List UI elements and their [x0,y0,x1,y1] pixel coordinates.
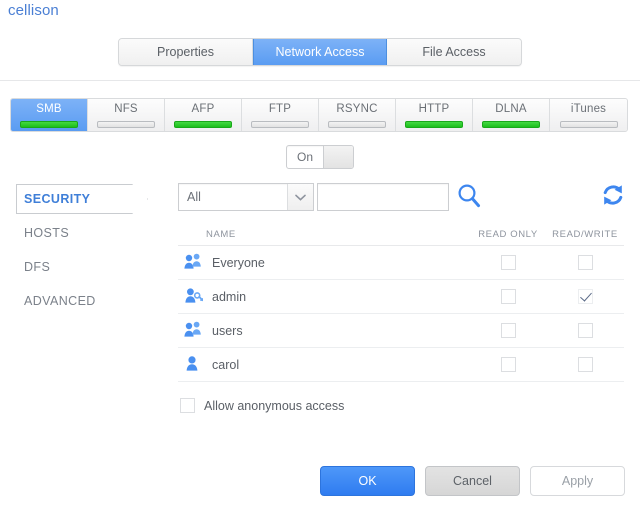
row-name-cell: admin [178,287,470,307]
read-write-cell [546,255,624,270]
protocol-status-bar-ftp [251,121,309,128]
row-name-cell: Everyone [178,253,470,273]
page-title: cellison [8,2,59,19]
read-write-cell [546,357,624,372]
read-only-checkbox[interactable] [500,357,516,372]
row-name-label: carol [212,357,240,372]
row-name-cell: carol [178,355,470,375]
permissions-table: NAME READ ONLY READ/WRITE Everyone admin… [178,224,624,382]
sidebar-item-dfs-label: DFS [24,260,51,274]
group-icon [184,321,203,341]
user-key-icon [184,287,204,307]
table-row[interactable]: admin [178,280,624,314]
apply-button[interactable]: Apply [530,466,625,496]
read-only-cell [470,323,546,338]
sidebar-item-advanced[interactable]: ADVANCED [16,286,168,316]
protocol-tab-nfs[interactable]: NFS [88,99,165,131]
read-only-checkbox[interactable] [500,289,516,304]
protocol-tab-http[interactable]: HTTP [396,99,473,131]
sidebar-item-hosts-label: HOSTS [24,226,70,240]
row-name-label: Everyone [212,255,265,270]
protocol-tab-afp-label: AFP [191,103,215,115]
sidebar-item-security-label: SECURITY [24,192,91,206]
protocol-tab-rsync[interactable]: RSYNC [319,99,396,131]
cancel-button[interactable]: Cancel [425,466,520,496]
protocol-tab-afp[interactable]: AFP [165,99,242,131]
protocol-tab-smb-label: SMB [36,103,62,115]
sidebar-item-dfs[interactable]: DFS [16,252,168,282]
toggle-knob[interactable] [323,146,353,168]
toggle-state-label: On [296,150,313,164]
read-write-checkbox[interactable] [577,357,593,372]
row-name-label: users [212,323,243,338]
protocol-tab-itunes[interactable]: iTunes [550,99,627,131]
protocol-status-bar-nfs [97,121,155,128]
column-header-read-write: READ/WRITE [552,229,618,240]
filter-select-value: All [187,190,201,204]
protocol-tab-group: SMB NFS AFP FTP RSYNC HTTP DLNA iTunes [10,98,628,132]
allow-anonymous-access-row[interactable]: Allow anonymous access [180,398,344,413]
read-write-checkbox[interactable] [577,323,593,338]
protocol-status-bar-dlna [482,121,540,128]
sidebar-item-security[interactable]: SECURITY [16,184,168,214]
protocol-tab-dlna-label: DLNA [495,103,527,115]
protocol-tab-http-label: HTTP [418,103,450,115]
column-header-name: NAME [206,229,236,240]
user-icon [184,355,203,375]
sidebar-item-advanced-label: ADVANCED [24,294,96,308]
column-header-read-only: READ ONLY [478,229,538,240]
ok-button[interactable]: OK [320,466,415,496]
protocol-status-bar-afp [174,121,232,128]
main-tab-group: Properties Network Access File Access [118,38,522,66]
table-row[interactable]: carol [178,348,624,382]
header-divider [0,80,640,81]
tab-properties[interactable]: Properties [119,39,253,65]
protocol-tab-nfs-label: NFS [114,103,138,115]
read-write-cell [546,289,624,304]
chevron-down-icon[interactable] [287,184,313,210]
refresh-icon[interactable] [600,182,626,211]
table-row[interactable]: users [178,314,624,348]
group-icon [184,253,203,273]
read-only-cell [470,289,546,304]
allow-anonymous-access-checkbox[interactable] [180,398,195,413]
search-input[interactable] [318,184,448,210]
table-row[interactable]: Everyone [178,246,624,280]
protocol-tab-ftp-label: FTP [268,103,292,115]
protocol-tab-rsync-label: RSYNC [336,103,378,115]
table-header-row: NAME READ ONLY READ/WRITE [178,224,624,246]
read-only-checkbox[interactable] [500,255,516,270]
tab-file-access[interactable]: File Access [387,39,521,65]
settings-sidebar: SECURITY HOSTS DFS ADVANCED [16,184,168,320]
protocol-tab-ftp[interactable]: FTP [242,99,319,131]
read-only-cell [470,357,546,372]
protocol-status-bar-rsync [328,121,386,128]
protocol-tab-dlna[interactable]: DLNA [473,99,550,131]
protocol-status-bar-http [405,121,463,128]
protocol-tab-itunes-label: iTunes [570,103,607,115]
read-only-checkbox[interactable] [500,323,516,338]
protocol-tab-smb[interactable]: SMB [11,99,88,131]
search-field-wrap[interactable] [317,183,449,211]
protocol-status-bar-itunes [559,121,618,128]
read-write-checkbox[interactable] [577,289,593,304]
read-write-cell [546,323,624,338]
protocol-status-bar-smb [20,121,78,128]
read-write-checkbox[interactable] [577,255,593,270]
allow-anonymous-access-label: Allow anonymous access [204,398,345,413]
protocol-enable-toggle[interactable]: On [286,145,354,169]
search-icon[interactable] [456,182,482,213]
row-name-label: admin [212,289,247,304]
row-name-cell: users [178,321,470,341]
sidebar-item-hosts[interactable]: HOSTS [16,218,168,248]
tab-network-access[interactable]: Network Access [253,39,387,65]
dialog-footer: OK Cancel Apply [320,466,625,496]
filter-select[interactable]: All [178,183,314,211]
read-only-cell [470,255,546,270]
